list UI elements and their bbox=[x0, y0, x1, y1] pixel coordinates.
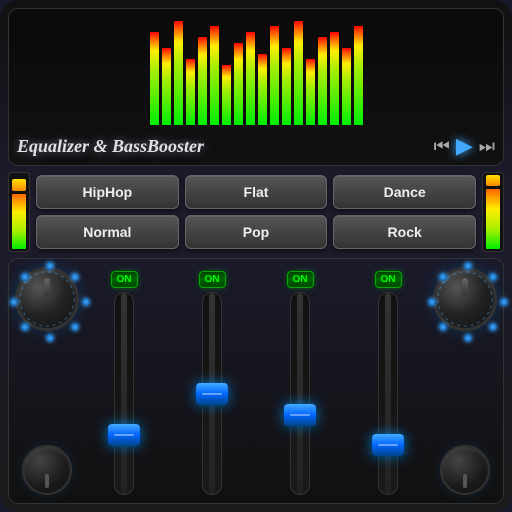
eq-bar-3 bbox=[186, 15, 195, 125]
eq-bar-11 bbox=[282, 15, 291, 125]
next-button[interactable]: ⏭ bbox=[479, 136, 495, 157]
right-meter-bar bbox=[486, 189, 500, 249]
right-meter-peak bbox=[486, 175, 500, 186]
app-container: Equalizer & BassBooster ⏮ ▶ ⏭ HipHopFlat… bbox=[0, 0, 512, 512]
play-button[interactable]: ▶ bbox=[456, 133, 473, 159]
treble-knob-left[interactable] bbox=[22, 445, 72, 495]
eq-bar-12 bbox=[294, 15, 303, 125]
preset-btn-normal[interactable]: Normal bbox=[36, 215, 179, 249]
fader-channel-3: ON bbox=[347, 271, 429, 495]
fader-toggle-2[interactable]: ON bbox=[287, 271, 314, 288]
eq-bar-8 bbox=[246, 15, 255, 125]
eq-bar-16 bbox=[342, 15, 351, 125]
eq-bar-15 bbox=[330, 15, 339, 125]
transport-controls: ⏮ ▶ ⏭ bbox=[434, 133, 495, 159]
knob-dot bbox=[82, 298, 90, 306]
left-controls bbox=[15, 267, 79, 495]
knob-dot bbox=[464, 334, 472, 342]
fader-track-inner-2 bbox=[297, 293, 303, 494]
title-bar: Equalizer & BassBooster ⏮ ▶ ⏭ bbox=[17, 129, 495, 161]
knob-dot bbox=[489, 323, 497, 331]
eq-bar-2 bbox=[174, 15, 183, 125]
fader-channel-2: ON bbox=[259, 271, 341, 495]
fader-track-2[interactable] bbox=[290, 292, 310, 495]
eq-bar-6 bbox=[222, 15, 231, 125]
knob-dot bbox=[439, 273, 447, 281]
knob-dot bbox=[46, 262, 54, 270]
knob-dot bbox=[428, 298, 436, 306]
fader-toggle-3[interactable]: ON bbox=[375, 271, 402, 288]
knob-dot bbox=[439, 323, 447, 331]
preset-btn-dance[interactable]: Dance bbox=[333, 175, 476, 209]
fader-handle-3[interactable] bbox=[372, 434, 404, 456]
knob-dot bbox=[464, 262, 472, 270]
preset-btn-flat[interactable]: Flat bbox=[185, 175, 328, 209]
eq-bar-4 bbox=[198, 15, 207, 125]
eq-bar-17 bbox=[354, 15, 363, 125]
knob-dot bbox=[71, 273, 79, 281]
fader-track-inner-0 bbox=[121, 293, 127, 494]
knob-dot bbox=[71, 323, 79, 331]
preset-btn-rock[interactable]: Rock bbox=[333, 215, 476, 249]
eq-bar-14 bbox=[318, 15, 327, 125]
fader-handle-0[interactable] bbox=[108, 424, 140, 446]
eq-bar-9 bbox=[258, 15, 267, 125]
fader-channel-1: ON bbox=[171, 271, 253, 495]
eq-bar-10 bbox=[270, 15, 279, 125]
volume-knob[interactable] bbox=[433, 267, 497, 331]
preset-section: HipHopFlatDance NormalPopRock bbox=[8, 170, 504, 254]
eq-bar-7 bbox=[234, 15, 243, 125]
fader-track-inner-3 bbox=[385, 293, 391, 494]
eq-bars bbox=[17, 15, 495, 125]
left-meter-bar bbox=[12, 194, 26, 249]
right-controls bbox=[433, 267, 497, 495]
prev-button[interactable]: ⏮ bbox=[434, 136, 450, 157]
preset-grid: HipHopFlatDance NormalPopRock bbox=[36, 175, 476, 249]
fader-track-1[interactable] bbox=[202, 292, 222, 495]
eq-display: Equalizer & BassBooster ⏮ ▶ ⏭ bbox=[8, 8, 504, 166]
mixer-section: ON ON ON ON bbox=[8, 258, 504, 504]
app-title: Equalizer & BassBooster bbox=[17, 136, 204, 157]
preset-btn-hiphop[interactable]: HipHop bbox=[36, 175, 179, 209]
knob-dot bbox=[500, 298, 508, 306]
bass-knob[interactable] bbox=[15, 267, 79, 331]
treble-knob-right[interactable] bbox=[440, 445, 490, 495]
knob-dot bbox=[21, 323, 29, 331]
eq-bar-5 bbox=[210, 15, 219, 125]
fader-handle-2[interactable] bbox=[284, 404, 316, 426]
faders-area: ON ON ON ON bbox=[83, 267, 429, 495]
fader-toggle-0[interactable]: ON bbox=[111, 271, 138, 288]
left-level-meter bbox=[8, 172, 30, 252]
right-level-meter bbox=[482, 172, 504, 252]
knob-dot bbox=[46, 334, 54, 342]
fader-track-0[interactable] bbox=[114, 292, 134, 495]
left-meter-peak bbox=[12, 179, 26, 191]
fader-track-3[interactable] bbox=[378, 292, 398, 495]
knob-dot bbox=[10, 298, 18, 306]
eq-bar-13 bbox=[306, 15, 315, 125]
fader-channel-0: ON bbox=[83, 271, 165, 495]
fader-toggle-1[interactable]: ON bbox=[199, 271, 226, 288]
preset-btn-pop[interactable]: Pop bbox=[185, 215, 328, 249]
eq-bar-0 bbox=[150, 15, 159, 125]
fader-handle-1[interactable] bbox=[196, 383, 228, 405]
knob-dot bbox=[489, 273, 497, 281]
eq-bar-1 bbox=[162, 15, 171, 125]
knob-dot bbox=[21, 273, 29, 281]
